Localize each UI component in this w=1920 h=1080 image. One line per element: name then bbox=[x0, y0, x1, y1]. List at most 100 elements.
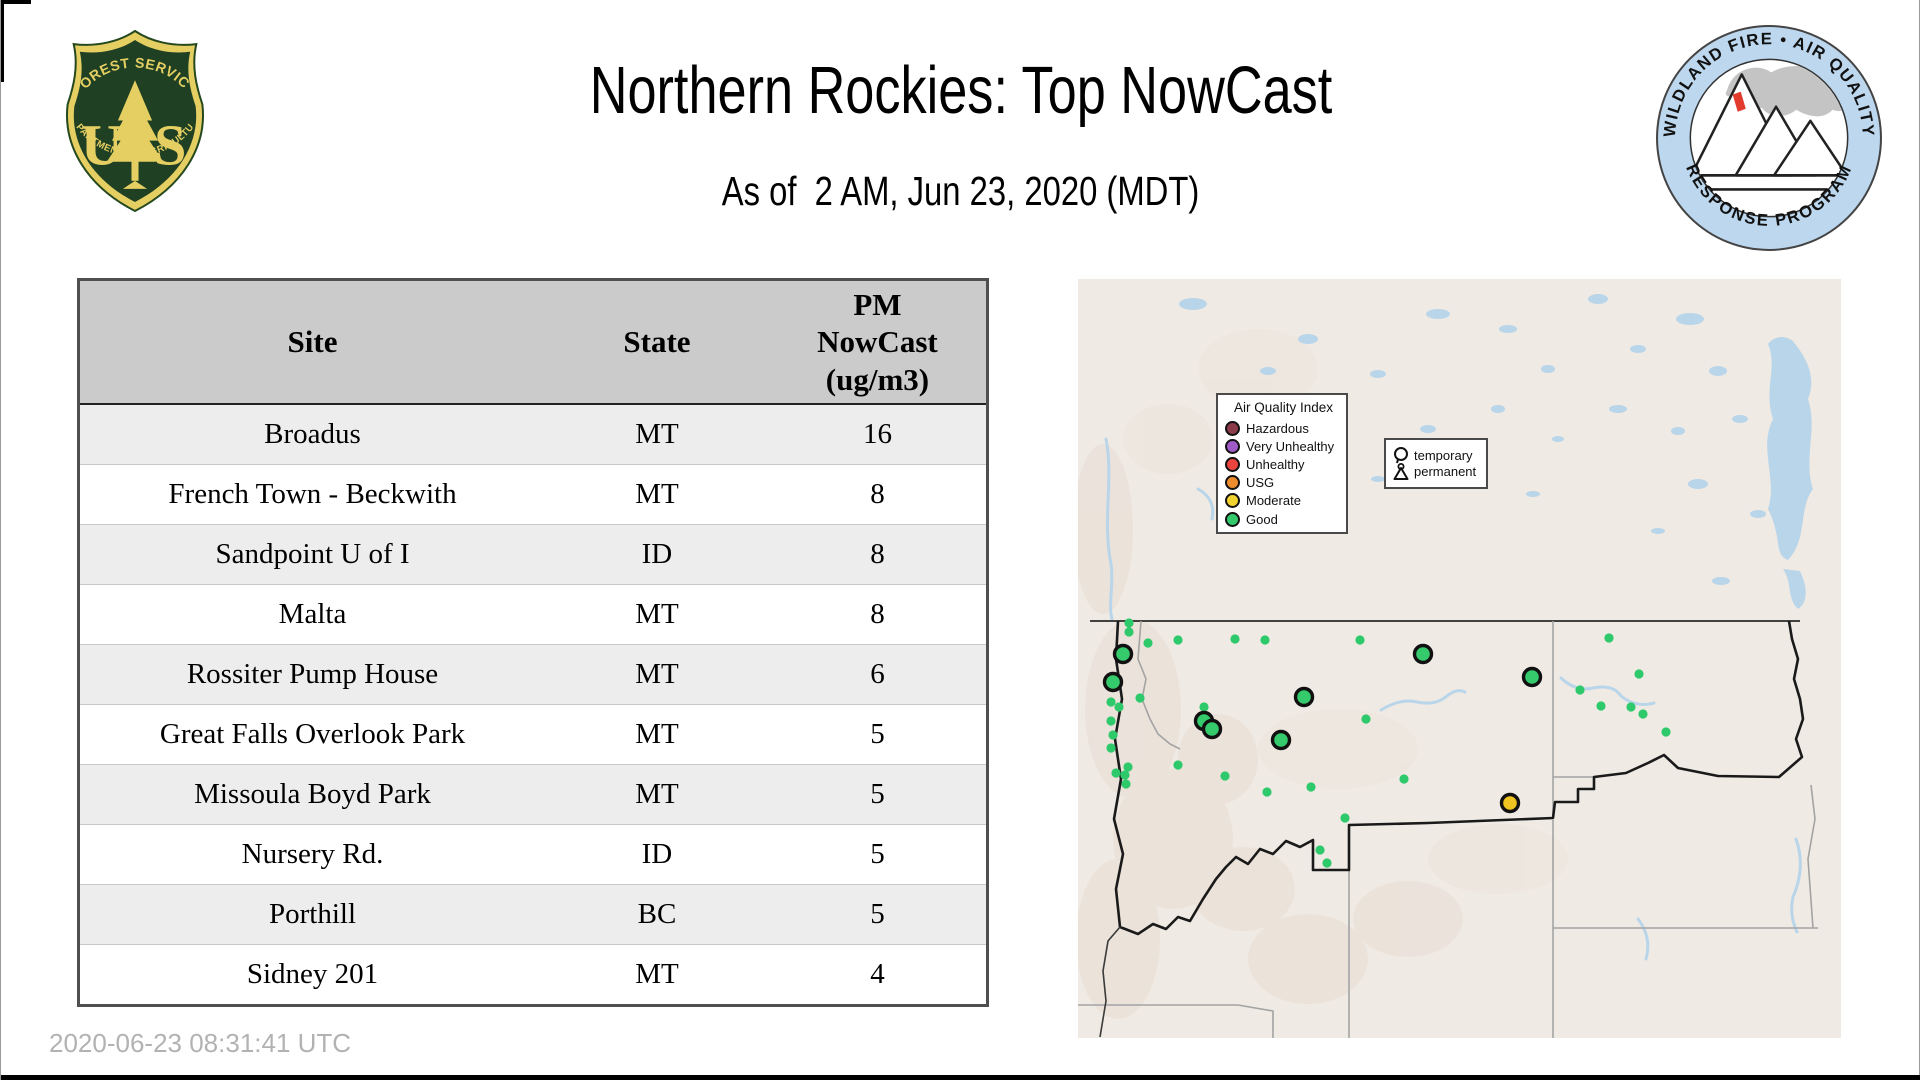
wfaqrp-logo: WILDLAND FIRE • AIR QUALITY RESPONSE PRO… bbox=[1653, 22, 1885, 259]
permanent-monitor[interactable] bbox=[1604, 633, 1614, 643]
aqi-item-label: USG bbox=[1246, 475, 1275, 491]
site-cell: Rossiter Pump House bbox=[78, 644, 546, 705]
permanent-monitor[interactable] bbox=[1575, 685, 1585, 695]
permanent-monitor[interactable] bbox=[1120, 770, 1130, 780]
table-row[interactable]: Malta MT 8 bbox=[78, 584, 988, 645]
permanent-monitor[interactable] bbox=[1596, 701, 1606, 711]
pm-value-cell: 5 bbox=[768, 824, 988, 885]
temporary-monitor[interactable] bbox=[1112, 643, 1134, 665]
state-cell: MT bbox=[545, 944, 769, 1006]
permanent-monitor[interactable] bbox=[1143, 638, 1153, 648]
site-cell: Sandpoint U of I bbox=[78, 524, 546, 585]
permanent-monitor[interactable] bbox=[1106, 697, 1116, 707]
state-cell: MT bbox=[545, 704, 769, 765]
aqi-item-label: Moderate bbox=[1246, 493, 1301, 509]
generation-timestamp: 2020-06-23 08:31:41 UTC bbox=[49, 1028, 352, 1058]
permanent-monitor[interactable] bbox=[1661, 727, 1671, 737]
permanent-monitor[interactable] bbox=[1199, 702, 1209, 712]
permanent-monitor[interactable] bbox=[1106, 716, 1116, 726]
permanent-monitor[interactable] bbox=[1340, 813, 1350, 823]
aqi-color-dot bbox=[1225, 475, 1240, 491]
permanent-monitor[interactable] bbox=[1634, 669, 1644, 679]
usfs-letter-u: U bbox=[81, 113, 123, 178]
state-cell: MT bbox=[545, 764, 769, 825]
table-row[interactable]: Nursery Rd. ID 5 bbox=[78, 824, 988, 885]
permanent-monitor[interactable] bbox=[1111, 768, 1121, 778]
aqi-legend-item: Moderate bbox=[1225, 492, 1346, 510]
table-row[interactable]: Missoula Boyd Park MT 5 bbox=[78, 764, 988, 825]
permanent-monitor[interactable] bbox=[1173, 760, 1183, 770]
aqi-legend-item: Unhealthy bbox=[1225, 455, 1346, 473]
legend-permanent-label: permanent bbox=[1414, 463, 1477, 479]
temporary-monitor[interactable] bbox=[1102, 671, 1124, 693]
pm-value-cell: 16 bbox=[768, 403, 988, 465]
aqi-legend-item: Very Unhealthy bbox=[1225, 437, 1346, 455]
permanent-monitor[interactable] bbox=[1173, 635, 1183, 645]
table-row[interactable]: Great Falls Overlook Park MT 5 bbox=[78, 704, 988, 765]
permanent-monitor[interactable] bbox=[1123, 762, 1133, 772]
temporary-monitor[interactable] bbox=[1521, 666, 1543, 688]
temporary-monitor[interactable] bbox=[1412, 643, 1434, 665]
temporary-monitor[interactable] bbox=[1270, 729, 1292, 751]
temporary-monitor[interactable] bbox=[1499, 792, 1521, 814]
page-title: Northern Rockies: Top NowCast bbox=[589, 53, 1333, 128]
site-cell: Sidney 201 bbox=[78, 944, 546, 1006]
aqi-color-dot bbox=[1225, 420, 1240, 436]
temporary-monitor[interactable] bbox=[1201, 718, 1223, 740]
aqi-legend-item: Hazardous bbox=[1225, 419, 1346, 437]
state-cell: ID bbox=[545, 524, 769, 585]
permanent-monitor[interactable] bbox=[1638, 709, 1648, 719]
permanent-monitor[interactable] bbox=[1106, 743, 1116, 753]
window-frame-top bbox=[1, 0, 31, 4]
permanent-monitor[interactable] bbox=[1121, 779, 1131, 789]
permanent-monitor[interactable] bbox=[1355, 635, 1365, 645]
aqi-item-label: Good bbox=[1246, 511, 1278, 527]
pm-value-cell: 5 bbox=[768, 704, 988, 765]
permanent-monitor[interactable] bbox=[1124, 627, 1134, 637]
page-subtitle: As of 2 AM, Jun 23, 2020 (MDT) bbox=[722, 168, 1200, 214]
temporary-monitor[interactable] bbox=[1293, 686, 1315, 708]
table-row[interactable]: Porthill BC 5 bbox=[78, 884, 988, 945]
permanent-monitor[interactable] bbox=[1124, 618, 1134, 628]
state-cell: ID bbox=[545, 824, 769, 885]
permanent-monitor[interactable] bbox=[1114, 702, 1124, 712]
site-cell: Great Falls Overlook Park bbox=[78, 704, 546, 765]
table-row[interactable]: French Town - Beckwith MT 8 bbox=[78, 464, 988, 525]
permanent-monitor[interactable] bbox=[1361, 714, 1371, 724]
nowcast-table: Site State PM NowCast (ug/m3) Broadus MT 1… bbox=[77, 278, 989, 1007]
aqi-item-label: Unhealthy bbox=[1246, 456, 1305, 472]
permanent-monitor[interactable] bbox=[1399, 774, 1409, 784]
pm-value-cell: 4 bbox=[768, 944, 988, 1006]
permanent-monitor[interactable] bbox=[1135, 693, 1145, 703]
site-cell: French Town - Beckwith bbox=[78, 464, 546, 525]
aqi-item-label: Very Unhealthy bbox=[1246, 438, 1335, 454]
state-cell: MT bbox=[545, 464, 769, 525]
table-row[interactable]: Sidney 201 MT 4 bbox=[78, 944, 988, 1006]
permanent-monitor[interactable] bbox=[1230, 634, 1240, 644]
aqi-item-label: Hazardous bbox=[1246, 420, 1309, 436]
permanent-monitor[interactable] bbox=[1315, 845, 1325, 855]
site-cell: Missoula Boyd Park bbox=[78, 764, 546, 825]
permanent-monitor[interactable] bbox=[1220, 771, 1230, 781]
permanent-monitor[interactable] bbox=[1262, 787, 1272, 797]
permanent-monitor[interactable] bbox=[1322, 858, 1332, 868]
table-row[interactable]: Broadus MT 16 bbox=[78, 403, 988, 465]
table-row[interactable]: Sandpoint U of I ID 8 bbox=[78, 524, 988, 585]
aqi-legend: Air Quality Index Hazardous Very Unhealth… bbox=[1216, 393, 1348, 534]
aqi-legend-item: USG bbox=[1225, 474, 1346, 492]
pm-value-cell: 8 bbox=[768, 584, 988, 645]
site-cell: Broadus bbox=[78, 403, 546, 465]
aqi-color-dot bbox=[1225, 511, 1240, 527]
pm-value-cell: 8 bbox=[768, 524, 988, 585]
state-cell: MT bbox=[545, 403, 769, 465]
permanent-monitor[interactable] bbox=[1306, 782, 1316, 792]
permanent-monitor[interactable] bbox=[1108, 730, 1118, 740]
site-cell: Porthill bbox=[78, 884, 546, 945]
permanent-monitor[interactable] bbox=[1260, 635, 1270, 645]
table-row[interactable]: Rossiter Pump House MT 6 bbox=[78, 644, 988, 705]
monitor-symbols-icon bbox=[1393, 446, 1409, 480]
permanent-monitor[interactable] bbox=[1626, 702, 1636, 712]
aqi-color-dot bbox=[1225, 456, 1240, 472]
air-quality-map: Air Quality Index Hazardous Very Unhealth… bbox=[1078, 279, 1841, 1038]
pm-value-cell: 5 bbox=[768, 884, 988, 945]
